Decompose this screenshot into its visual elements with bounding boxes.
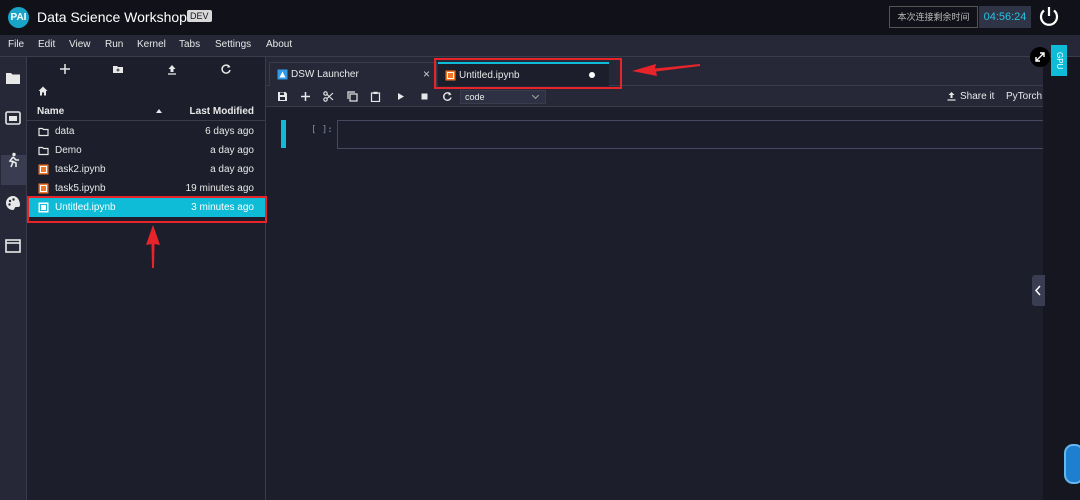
tabs-icon[interactable] <box>4 237 22 255</box>
menu-about[interactable]: About <box>266 39 292 50</box>
restart-icon[interactable] <box>442 91 453 102</box>
power-icon[interactable] <box>1037 5 1061 29</box>
file-modified: a day ago <box>210 145 254 156</box>
file-browser-icon[interactable] <box>4 109 22 127</box>
column-name-header[interactable]: Name <box>37 106 64 117</box>
highlight-tab <box>434 58 622 89</box>
active-cell-indicator <box>281 120 286 148</box>
menu-settings[interactable]: Settings <box>215 39 251 50</box>
refresh-icon[interactable] <box>220 63 232 75</box>
remaining-time-label: 本次连接剩余时间 <box>889 6 978 28</box>
remaining-time-value: 04:56:24 <box>979 6 1031 28</box>
collapse-panel-button[interactable] <box>1032 275 1045 306</box>
new-folder-icon[interactable] <box>112 63 124 75</box>
sort-ascending-icon[interactable] <box>156 109 162 113</box>
cell-type-select[interactable]: code <box>460 90 546 104</box>
column-modified-header[interactable]: Last Modified <box>190 106 254 117</box>
menu-kernel[interactable]: Kernel <box>137 39 166 50</box>
menu-tabs[interactable]: Tabs <box>179 39 200 50</box>
folder-icon <box>38 127 49 137</box>
save-icon[interactable] <box>277 91 288 102</box>
upload-icon[interactable] <box>166 63 178 75</box>
title-bar: PAI Data Science Workshop DEV 本次连接剩余时间 0… <box>0 0 1080 35</box>
file-name: data <box>55 126 75 137</box>
palette-icon[interactable] <box>4 194 22 212</box>
cell-type-value: code <box>465 92 485 102</box>
file-row[interactable]: task2.ipynb a day ago <box>27 160 266 179</box>
file-name: task2.ipynb <box>55 164 106 175</box>
file-row[interactable]: Demo a day ago <box>27 141 266 160</box>
code-cell-input[interactable] <box>337 120 1043 149</box>
expand-icon[interactable] <box>1030 47 1050 67</box>
menu-edit[interactable]: Edit <box>38 39 55 50</box>
menu-bar: File Edit View Run Kernel Tabs Settings … <box>0 35 1080 57</box>
share-button[interactable]: Share it <box>960 91 994 102</box>
notebook-icon <box>38 183 49 194</box>
menu-view[interactable]: View <box>69 39 91 50</box>
file-modified: 19 minutes ago <box>185 183 254 194</box>
tab-label: DSW Launcher <box>291 69 359 80</box>
cell-prompt: [ ]: <box>311 125 333 135</box>
chevron-down-icon <box>531 91 540 100</box>
kernel-name[interactable]: PyTorch <box>1006 91 1042 102</box>
app-title: Data Science Workshop <box>37 9 187 25</box>
launcher-icon <box>277 69 288 80</box>
file-browser-panel: Name Last Modified data 6 days ago Demo … <box>27 57 266 500</box>
env-badge: DEV <box>187 10 212 22</box>
folder-icon <box>38 146 49 156</box>
file-name: Demo <box>55 145 82 156</box>
menu-file[interactable]: File <box>8 39 24 50</box>
assistant-robot-icon[interactable] <box>1064 444 1080 484</box>
new-launcher-icon[interactable] <box>59 63 71 75</box>
notebook-icon <box>38 164 49 175</box>
right-side-bar: GPU <box>1030 45 1080 500</box>
menu-run[interactable]: Run <box>105 39 123 50</box>
activity-bar <box>0 57 27 500</box>
notebook-toolbar: code Share it PyTorch <box>266 86 1043 107</box>
file-modified: 6 days ago <box>205 126 254 137</box>
home-icon[interactable] <box>38 86 48 96</box>
tab-dsw-launcher[interactable]: DSW Launcher × <box>269 62 437 86</box>
running-icon[interactable] <box>4 151 22 169</box>
file-name: task5.ipynb <box>55 183 106 194</box>
file-row[interactable]: data 6 days ago <box>27 122 266 141</box>
close-icon[interactable]: × <box>423 67 430 81</box>
app-logo: PAI <box>8 7 29 28</box>
share-icon[interactable] <box>947 91 956 101</box>
copy-icon[interactable] <box>347 91 358 102</box>
run-icon[interactable] <box>395 91 406 102</box>
gpu-button[interactable]: GPU <box>1051 45 1067 76</box>
tab-bar: DSW Launcher × Untitled.ipynb <box>266 57 1043 86</box>
highlight-file-row <box>27 196 267 223</box>
paste-icon[interactable] <box>370 91 381 102</box>
main-area: DSW Launcher × Untitled.ipynb code Share… <box>266 57 1043 500</box>
chevron-left-icon <box>1034 285 1041 296</box>
folder-icon[interactable] <box>4 69 22 87</box>
stop-icon[interactable] <box>419 91 430 102</box>
add-cell-icon[interactable] <box>300 91 311 102</box>
file-list-header: Name Last Modified <box>27 102 266 121</box>
file-modified: a day ago <box>210 164 254 175</box>
cut-icon[interactable] <box>323 91 334 102</box>
